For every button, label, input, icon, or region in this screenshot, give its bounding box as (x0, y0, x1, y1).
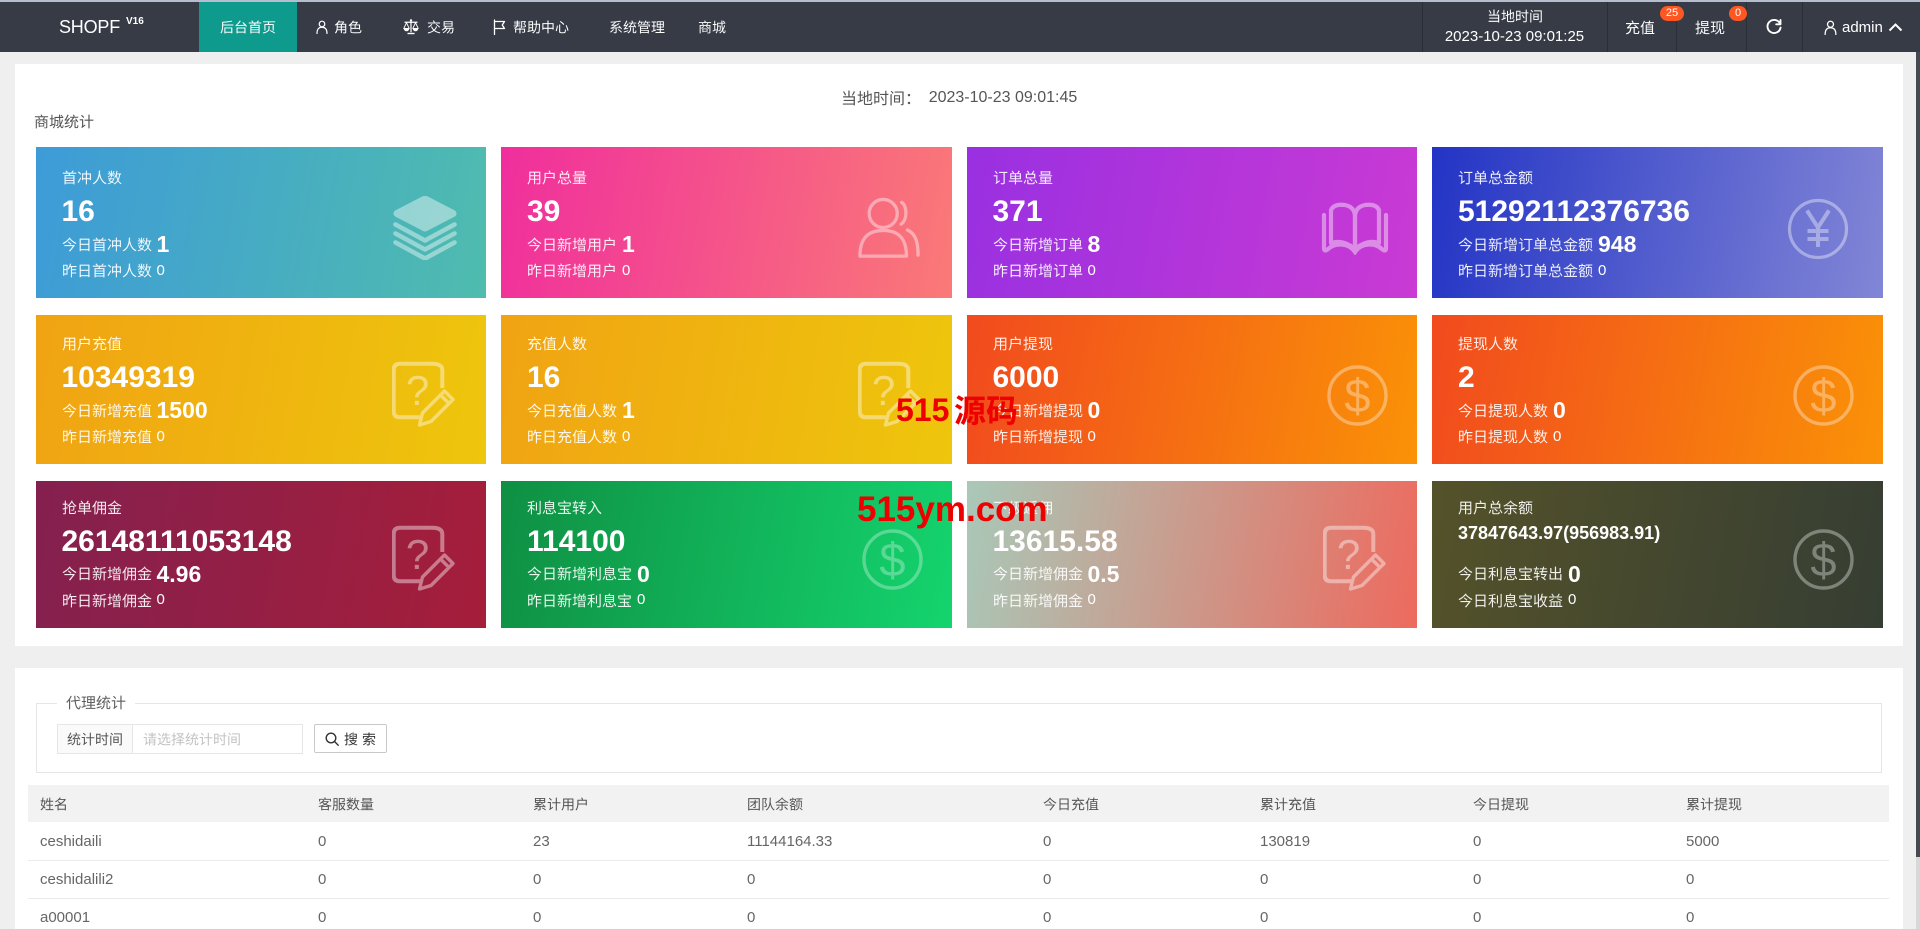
svg-text:$: $ (879, 533, 905, 586)
svg-text:$: $ (1810, 533, 1836, 586)
svg-text:?: ? (406, 367, 429, 414)
svg-text:$: $ (1344, 369, 1370, 422)
svg-text:?: ? (406, 531, 429, 578)
svg-text:$: $ (1810, 369, 1836, 422)
svg-text:?: ? (871, 367, 894, 414)
svg-text:?: ? (1337, 531, 1360, 578)
